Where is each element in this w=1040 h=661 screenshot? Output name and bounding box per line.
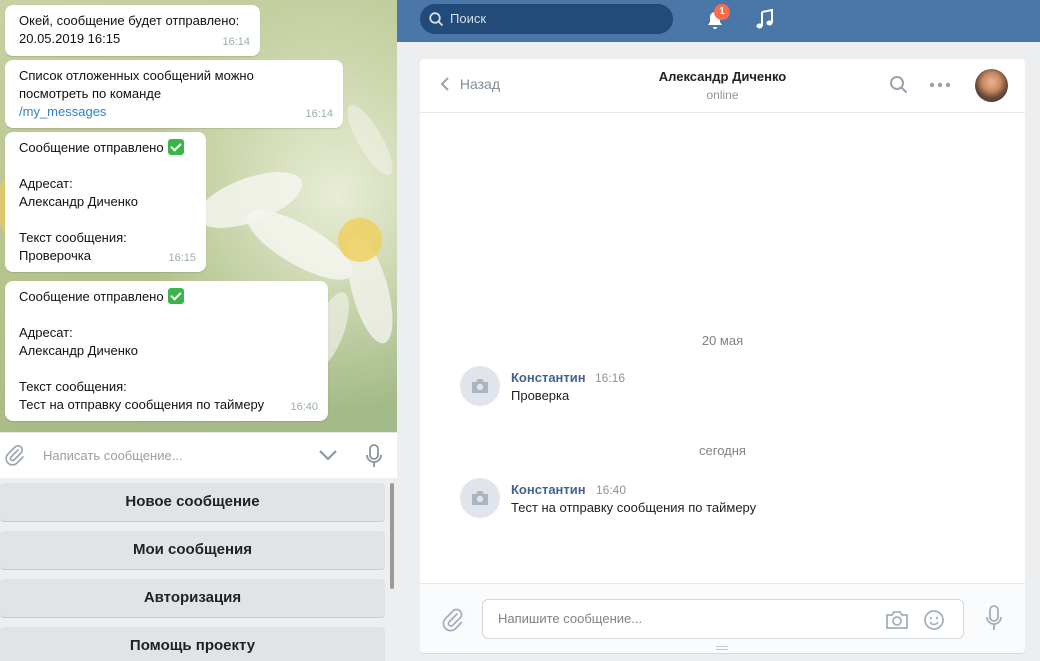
telegram-chat: Окей, сообщение будет отправлено: 20.05.…	[0, 0, 397, 661]
message-time: 16:14	[305, 108, 333, 120]
camera-icon	[472, 491, 488, 505]
new-message-button[interactable]: Новое сообщение	[0, 483, 385, 521]
sender-avatar[interactable]	[460, 366, 500, 406]
bot-message: Сообщение отправлено Адресат: Александр …	[5, 281, 328, 421]
message-input[interactable]: Напишите сообщение...	[482, 599, 964, 639]
bot-message: Сообщение отправлено Адресат: Александр …	[5, 132, 206, 272]
message-time: 16:40	[290, 401, 318, 413]
message-time: 16:15	[168, 252, 196, 264]
message-placeholder: Напишите сообщение...	[498, 611, 643, 626]
emoji-icon[interactable]	[923, 609, 945, 631]
message-input-bar: Написать сообщение...	[0, 432, 397, 478]
message-text: Проверка	[511, 388, 570, 403]
sender-name[interactable]: Константин	[511, 482, 586, 497]
search-placeholder: Поиск	[450, 11, 487, 26]
message-input[interactable]: Написать сообщение...	[43, 448, 183, 463]
check-mark-icon	[167, 139, 184, 155]
microphone-icon[interactable]	[364, 443, 384, 469]
camera-icon	[472, 379, 488, 393]
top-bar: Поиск 1	[397, 0, 1040, 42]
music-icon[interactable]	[755, 9, 775, 31]
keyboard-scrollbar[interactable]	[390, 483, 394, 589]
help-project-button[interactable]: Помощь проекту	[0, 627, 385, 661]
bot-keyboard: Новое сообщение Мои сообщения Авторизаци…	[0, 478, 397, 661]
microphone-icon[interactable]	[984, 604, 1004, 632]
vk-messenger: Поиск 1 Назад Александр Диченко online 2…	[397, 0, 1040, 661]
chevron-down-icon[interactable]	[317, 447, 339, 463]
message-text: Тест на отправку сообщения по таймеру	[511, 500, 757, 515]
command-link[interactable]: /my_messages	[19, 104, 106, 119]
check-mark-icon	[167, 288, 184, 304]
message-time: 16:16	[595, 371, 626, 385]
camera-icon[interactable]	[885, 610, 909, 630]
message-text: Адресат: Александр Диченко Текст сообщен…	[19, 176, 138, 263]
message-item: Константин 16:16 Проверка	[460, 366, 1000, 410]
search-input[interactable]: Поиск	[420, 4, 673, 34]
message-time: 16:40	[596, 483, 627, 497]
message-heading: Сообщение отправлено	[19, 140, 164, 155]
screen: Окей, сообщение будет отправлено: 20.05.…	[0, 0, 1040, 661]
message-text: Список отложенных сообщений можно посмот…	[19, 68, 254, 101]
authorization-button[interactable]: Авторизация	[0, 579, 385, 617]
bot-message: Список отложенных сообщений можно посмот…	[5, 60, 343, 128]
my-messages-button[interactable]: Мои сообщения	[0, 531, 385, 569]
sender-avatar[interactable]	[460, 478, 500, 518]
resize-handle[interactable]	[716, 646, 728, 650]
search-icon	[429, 12, 444, 27]
more-icon[interactable]	[929, 82, 951, 88]
message-item: Константин 16:40 Тест на отправку сообще…	[460, 478, 1000, 522]
attach-icon[interactable]	[2, 443, 26, 467]
contact-avatar[interactable]	[975, 69, 1008, 102]
message-text: Окей, сообщение будет отправлено: 20.05.…	[19, 13, 240, 46]
conversation-panel: Назад Александр Диченко online 20 мая Ко…	[420, 59, 1025, 653]
sender-name[interactable]: Константин	[511, 370, 586, 385]
date-separator: 20 мая	[701, 333, 744, 348]
composer: Напишите сообщение...	[420, 583, 1025, 653]
bot-message: Окей, сообщение будет отправлено: 20.05.…	[5, 5, 260, 56]
notification-badge: 1	[714, 4, 730, 20]
attach-icon[interactable]	[440, 606, 464, 632]
conversation-header: Назад Александр Диченко online	[420, 59, 1025, 113]
message-text: Адресат: Александр Диченко Текст сообщен…	[19, 325, 265, 412]
message-heading: Сообщение отправлено	[19, 289, 164, 304]
message-time: 16:14	[222, 36, 250, 48]
contact-status: online	[706, 88, 739, 102]
search-icon[interactable]	[889, 75, 909, 95]
date-separator: сегодня	[699, 443, 746, 458]
